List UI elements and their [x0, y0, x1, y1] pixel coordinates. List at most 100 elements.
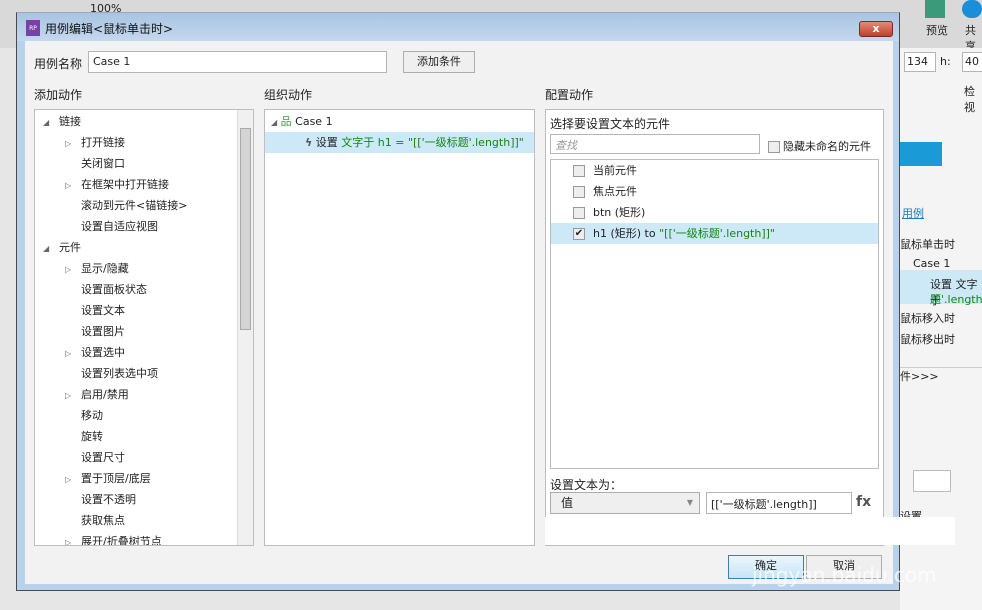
action-label: 展开/折叠树节点 [81, 535, 162, 546]
dialog-body: 用例名称 Case 1 添加条件 添加动作 组织动作 配置动作 ◢链接▷打开链接… [25, 41, 893, 584]
action-item[interactable]: ▷显示/隐藏 [65, 258, 129, 279]
action-item[interactable]: 设置列表选中项 [65, 363, 158, 384]
organize-panel: ◢ 品 Case 1 ϟ 设置 文字于 h1 = "[['一级标题'.lengt… [264, 109, 535, 546]
action-label: 设置不透明 [81, 493, 136, 506]
case-node[interactable]: ◢ 品 Case 1 [271, 111, 333, 132]
action-item[interactable]: ▷置于顶层/底层 [65, 468, 151, 489]
lightning-icon: ϟ [305, 136, 312, 149]
action-tree: ◢链接▷打开链接关闭窗口▷在框架中打开链接滚动到元件<锚链接>设置自适应视图◢元… [34, 109, 254, 546]
expander-icon[interactable]: ▷ [65, 532, 81, 546]
action-label: 设置选中 [81, 346, 125, 359]
widget-label: 当前元件 [593, 164, 637, 177]
widget-list: 当前元件焦点元件btn (矩形)✔h1 (矩形) to "[['一级标题'.le… [550, 159, 879, 469]
fx-button[interactable]: fx [856, 494, 871, 510]
event-click[interactable]: 鼠标单击时 [900, 236, 955, 252]
action-label: 设置列表选中项 [81, 367, 158, 380]
action-item[interactable]: ▷设置选中 [65, 342, 125, 363]
event-mouseenter[interactable]: 鼠标移入时 [900, 310, 955, 326]
expander-icon[interactable]: ▷ [65, 175, 81, 196]
more-events-link[interactable]: 件>>> [900, 367, 982, 384]
widget-row[interactable]: 焦点元件 [551, 181, 878, 202]
case-name-input[interactable]: Case 1 [88, 51, 387, 73]
action-item[interactable]: 设置自适应视图 [65, 216, 158, 237]
action-item-cont: 题'.length]] [930, 291, 982, 307]
action-item[interactable]: 旋转 [65, 426, 103, 447]
case-tree-icon: 品 [281, 115, 292, 128]
action-item[interactable]: ▷启用/禁用 [65, 384, 129, 405]
case-item[interactable]: Case 1 [913, 257, 950, 270]
expander-icon[interactable]: ▷ [65, 385, 81, 406]
overlay-strip [545, 517, 955, 545]
preview-label[interactable]: 预览 [926, 22, 948, 38]
height-field[interactable]: 40 [962, 52, 982, 72]
set-text-label: 设置文本为： [550, 476, 622, 493]
hide-unnamed-checkbox[interactable]: 隐藏未命名的元件 [768, 138, 871, 154]
action-item[interactable]: ▷打开链接 [65, 132, 125, 153]
action-item[interactable]: 设置面板状态 [65, 279, 147, 300]
expander-icon[interactable]: ▷ [65, 343, 81, 364]
configure-panel: 选择要设置文本的元件 查找 隐藏未命名的元件 当前元件焦点元件btn (矩形)✔… [545, 109, 884, 546]
action-item[interactable]: ▷在框架中打开链接 [65, 174, 169, 195]
add-case-link[interactable]: 用例 [902, 205, 924, 221]
action-item[interactable]: 获取焦点 [65, 510, 125, 531]
widget-label: 焦点元件 [593, 185, 637, 198]
search-input[interactable]: 查找 [550, 134, 760, 154]
widget-row[interactable]: btn (矩形) [551, 202, 878, 223]
action-item[interactable]: ◢链接 [43, 111, 81, 132]
expander-icon[interactable]: ▷ [65, 259, 81, 280]
scrollbar[interactable] [237, 110, 253, 545]
action-item[interactable]: ▷展开/折叠树节点 [65, 531, 162, 546]
checkbox[interactable] [573, 207, 585, 219]
dialog-title: 用例编辑<鼠标单击时> [45, 20, 173, 37]
action-label: 置于顶层/底层 [81, 472, 151, 485]
action-label: 设置图片 [81, 325, 125, 338]
case-name-label: 用例名称 [34, 55, 82, 72]
checkbox[interactable] [573, 165, 585, 177]
action-label: 关闭窗口 [81, 157, 125, 170]
action-prefix: 设置 [316, 136, 338, 149]
close-button[interactable]: x [859, 21, 893, 37]
organize-actions-title: 组织动作 [264, 86, 312, 103]
scrollbar-thumb[interactable] [240, 128, 251, 330]
expander-icon[interactable]: ◢ [43, 112, 59, 133]
expander-icon[interactable]: ▷ [65, 469, 81, 490]
expander-icon[interactable]: ▷ [65, 133, 81, 154]
widget-row[interactable]: 当前元件 [551, 160, 878, 181]
action-item[interactable]: 设置图片 [65, 321, 125, 342]
action-label: 设置面板状态 [81, 283, 147, 296]
event-mouseleave[interactable]: 鼠标移出时 [900, 331, 955, 347]
properties-tab[interactable] [900, 142, 942, 166]
case-editor-dialog: RP 用例编辑<鼠标单击时> x 用例名称 Case 1 添加条件 添加动作 组… [16, 12, 900, 591]
text-value-input[interactable]: [['一级标题'.length]] [706, 492, 852, 514]
add-condition-button[interactable]: 添加条件 [403, 51, 475, 73]
action-node[interactable]: ϟ 设置 文字于 h1 = "[['一级标题'.length]]" [265, 132, 534, 153]
share-icon[interactable] [962, 0, 982, 18]
checkbox[interactable]: ✔ [573, 228, 585, 240]
widget-row[interactable]: ✔h1 (矩形) to "[['一级标题'.length]]" [551, 223, 878, 244]
action-item[interactable]: 滚动到元件<锚链接> [65, 195, 187, 216]
action-item[interactable]: 移动 [65, 405, 103, 426]
action-detail: 文字于 h1 = "[['一级标题'.length]]" [341, 136, 524, 149]
action-item[interactable]: 设置不透明 [65, 489, 136, 510]
widget-label: h1 (矩形) to [593, 227, 659, 240]
checkbox[interactable] [573, 186, 585, 198]
action-label: 获取焦点 [81, 514, 125, 527]
action-item[interactable]: 关闭窗口 [65, 153, 125, 174]
action-label: 设置文本 [81, 304, 125, 317]
action-item[interactable]: 设置文本 [65, 300, 125, 321]
action-label: 滚动到元件<锚链接> [81, 199, 187, 212]
value-type-select[interactable]: 值▼ [550, 492, 700, 514]
watermark: jingyan.baidu.com [752, 563, 937, 587]
width-field[interactable]: 134 [904, 52, 936, 72]
action-item[interactable]: ◢元件 [43, 237, 81, 258]
chevron-down-icon: ▼ [687, 493, 693, 513]
axure-logo-icon: RP [26, 20, 40, 36]
value-type-label: 值 [561, 496, 573, 510]
action-item[interactable]: 设置尺寸 [65, 447, 125, 468]
preview-icon[interactable] [925, 0, 945, 18]
color-picker[interactable] [913, 470, 951, 492]
expander-icon[interactable]: ◢ [43, 238, 59, 259]
h-label: h: [940, 55, 951, 68]
inspect-tab[interactable]: 检视 [964, 83, 982, 115]
action-label: 打开链接 [81, 136, 125, 149]
